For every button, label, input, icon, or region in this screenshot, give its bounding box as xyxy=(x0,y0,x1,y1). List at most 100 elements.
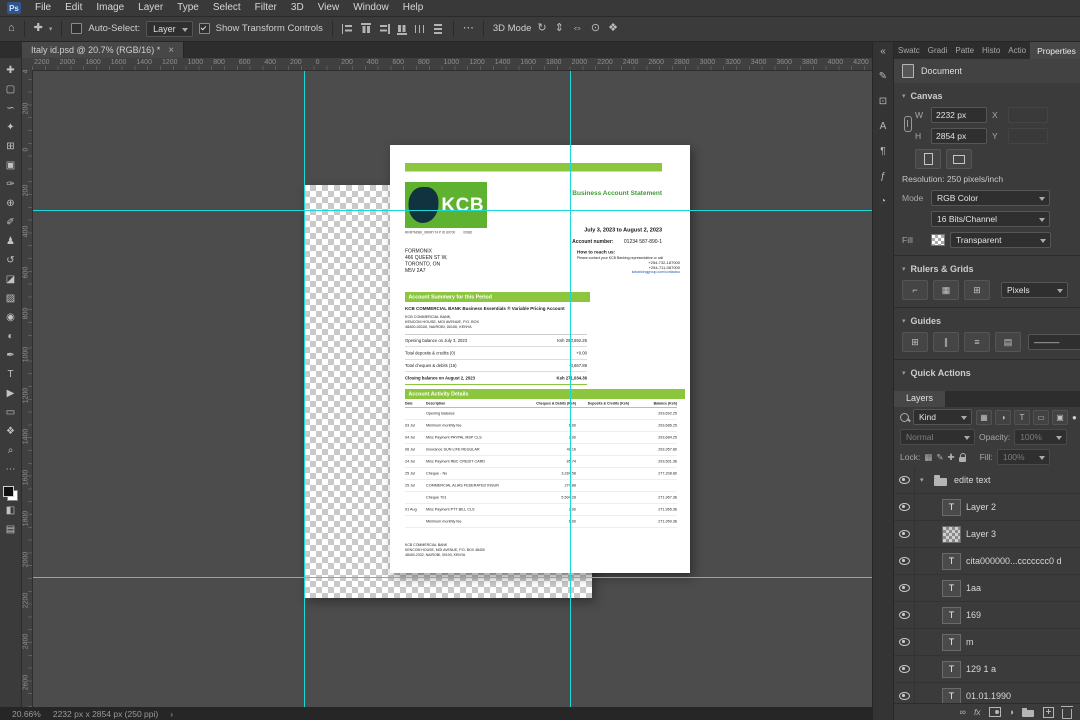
layer-row[interactable]: T Layer 2 xyxy=(894,494,1080,521)
panel-tab[interactable]: Gradi xyxy=(924,42,952,59)
menu-item[interactable]: Layer xyxy=(131,0,170,16)
menu-item[interactable]: Filter xyxy=(248,0,284,16)
tab-properties[interactable]: Properties xyxy=(1030,42,1080,59)
quick-mask-icon[interactable]: ◧ xyxy=(1,501,21,520)
clone-stamp-tool-icon[interactable]: ♟ xyxy=(1,232,21,251)
vertical-ruler[interactable]: 4002000200400600800100012001400160018002… xyxy=(22,70,33,707)
type-tool-icon[interactable]: T xyxy=(1,365,21,384)
distribute-vertical-icon[interactable] xyxy=(433,23,443,35)
3d-mode-icon[interactable]: ⇕ xyxy=(555,23,564,34)
guide-style-dropdown[interactable]: ——— xyxy=(1028,334,1080,350)
dodge-tool-icon[interactable]: ◐ xyxy=(1,327,21,346)
rulers-grids-section-header[interactable]: ▾ Rulers & Grids xyxy=(902,264,1072,274)
layer-filter-type-icon[interactable]: T xyxy=(1014,409,1030,425)
glyphs-panel-icon[interactable]: ƒ xyxy=(880,171,886,182)
layer-filter-type-icon[interactable]: ▣ xyxy=(1052,409,1068,425)
toggle-rulers-button[interactable]: ⌐ xyxy=(902,280,928,300)
lasso-tool-icon[interactable]: ∽ xyxy=(1,99,21,118)
menu-item[interactable]: Type xyxy=(170,0,206,16)
adjustments-panel-icon[interactable]: ◔ xyxy=(880,196,886,207)
menu-item[interactable]: View xyxy=(311,0,347,16)
marquee-tool-icon[interactable]: ▢ xyxy=(1,80,21,99)
layer-filter-dropdown[interactable]: Kind xyxy=(913,409,972,425)
gradient-tool-icon[interactable]: ▨ xyxy=(1,289,21,308)
layer-row[interactable]: ▾ edite text xyxy=(894,467,1080,494)
hand-tool-icon[interactable]: ❖ xyxy=(1,422,21,441)
new-group-icon[interactable] xyxy=(1022,707,1035,717)
lock-all-icon[interactable] xyxy=(958,452,966,462)
healing-brush-tool-icon[interactable]: ⊕ xyxy=(1,194,21,213)
3d-mode-icon[interactable]: ⇔ xyxy=(572,23,583,34)
visibility-toggle[interactable] xyxy=(894,521,915,547)
frame-tool-icon[interactable]: ▣ xyxy=(1,156,21,175)
bit-depth-dropdown[interactable]: 16 Bits/Channel xyxy=(931,211,1050,227)
show-transform-checkbox[interactable] xyxy=(198,23,210,34)
layer-row[interactable]: T 1aa xyxy=(894,575,1080,602)
paragraph-panel-icon[interactable]: ¶ xyxy=(880,146,885,157)
edit-toolbar-icon[interactable]: ⋯ xyxy=(1,460,21,479)
brush-tool-icon[interactable]: ✐ xyxy=(1,213,21,232)
visibility-toggle[interactable] xyxy=(894,602,915,628)
link-layers-icon[interactable]: ∞ xyxy=(960,707,966,717)
visibility-toggle[interactable] xyxy=(894,548,915,574)
new-guide-button[interactable]: ⊞ xyxy=(902,332,928,352)
distribute-horizontal-icon[interactable] xyxy=(414,24,426,34)
horizontal-ruler[interactable]: 2200 2000 1800 1600 1400 1200 1000 800 600 400 200… xyxy=(32,58,872,71)
canvas-section-header[interactable]: ▾ Canvas xyxy=(902,91,1072,101)
align-top-icon[interactable] xyxy=(361,23,371,35)
close-icon[interactable]: × xyxy=(168,45,174,56)
visibility-toggle[interactable] xyxy=(894,656,915,682)
zoom-tool-icon[interactable]: ⌕ xyxy=(1,441,21,460)
menu-item[interactable]: Select xyxy=(206,0,248,16)
layer-row[interactable]: T 169 xyxy=(894,602,1080,629)
orientation-portrait-button[interactable] xyxy=(915,149,941,169)
chevron-down-icon[interactable]: ▾ xyxy=(49,25,53,33)
quick-selection-tool-icon[interactable]: ✦ xyxy=(1,118,21,137)
visibility-toggle[interactable] xyxy=(894,575,915,601)
move-tool-preset-icon[interactable]: ✚ xyxy=(34,23,43,34)
filter-toggle-icon[interactable]: ● xyxy=(1072,413,1077,422)
lock-position-icon[interactable]: ✚ xyxy=(947,452,954,463)
3d-mode-icon[interactable]: ❖ xyxy=(608,23,618,34)
toggle-grid-button[interactable]: ▦ xyxy=(933,280,959,300)
3d-mode-icon[interactable]: ⊙ xyxy=(591,23,600,34)
guide-vertical[interactable] xyxy=(570,70,571,707)
delete-layer-icon[interactable] xyxy=(1061,705,1073,719)
menu-item[interactable]: Window xyxy=(346,0,396,16)
menu-item[interactable]: 3D xyxy=(284,0,311,16)
panel-tab[interactable]: Histo xyxy=(978,42,1004,59)
menu-item[interactable]: Edit xyxy=(58,0,89,16)
visibility-toggle[interactable] xyxy=(894,494,915,520)
blur-tool-icon[interactable]: ◉ xyxy=(1,308,21,327)
collapse-panels-icon[interactable]: « xyxy=(880,46,886,57)
guide-layout-button[interactable]: ∥ xyxy=(933,332,959,352)
visibility-toggle[interactable] xyxy=(894,683,915,703)
align-left-icon[interactable] xyxy=(341,23,354,34)
menu-item[interactable]: Image xyxy=(89,0,131,16)
layer-row[interactable]: Layer 3 xyxy=(894,521,1080,548)
guide-horizontal[interactable] xyxy=(32,577,872,578)
align-right-icon[interactable] xyxy=(378,24,390,34)
lock-transparency-icon[interactable]: ▦ xyxy=(924,452,932,463)
visibility-toggle[interactable] xyxy=(894,467,915,493)
lock-guides-button[interactable]: ≡ xyxy=(964,332,990,352)
auto-select-checkbox[interactable] xyxy=(71,23,83,34)
color-swatches[interactable] xyxy=(3,486,18,501)
blend-mode-dropdown[interactable]: Normal xyxy=(900,429,975,445)
units-dropdown[interactable]: Pixels xyxy=(1001,282,1068,298)
eyedropper-tool-icon[interactable]: ✑ xyxy=(1,175,21,194)
layer-filter-type-icon[interactable]: ▭ xyxy=(1033,409,1049,425)
auto-select-target-dropdown[interactable]: Layer xyxy=(146,20,193,37)
fill-dropdown[interactable]: Transparent xyxy=(950,232,1051,248)
3d-mode-icon[interactable]: ↻ xyxy=(537,23,546,34)
color-mode-dropdown[interactable]: RGB Color xyxy=(931,190,1050,206)
height-field[interactable]: 2854 px xyxy=(931,128,987,144)
width-field[interactable]: 2232 px xyxy=(931,107,987,123)
guide-vertical[interactable] xyxy=(304,70,305,707)
clear-guides-button[interactable]: ▤ xyxy=(995,332,1021,352)
panel-tab[interactable]: Actio xyxy=(1004,42,1030,59)
document-tab[interactable]: Italy id.psd @ 20.7% (RGB/16) * × xyxy=(22,42,185,58)
canvas[interactable]: KCB RRRTM080_9R9RYT4 P ID 80700 00082 Bu… xyxy=(32,70,872,707)
add-mask-icon[interactable] xyxy=(988,707,1001,717)
layer-row[interactable]: T cita000000...ccccccc0 d xyxy=(894,548,1080,575)
